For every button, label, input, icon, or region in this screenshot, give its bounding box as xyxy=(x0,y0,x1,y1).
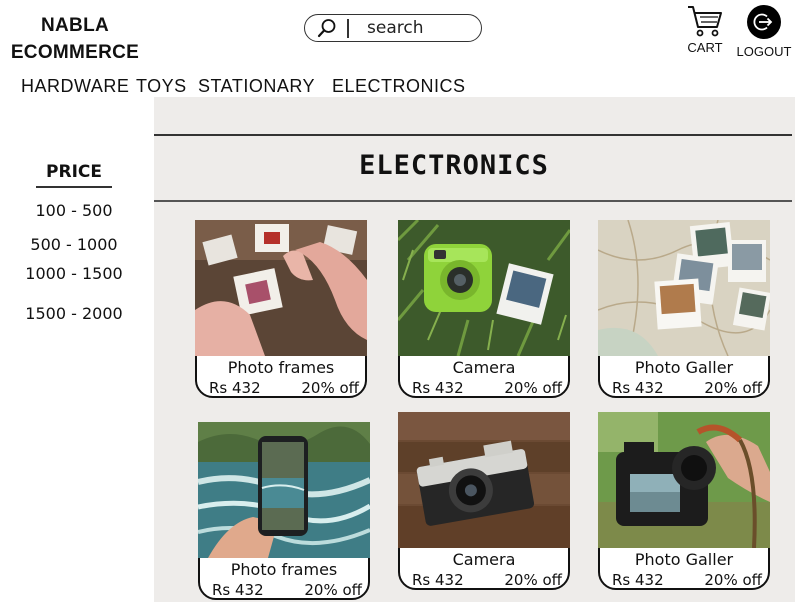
cart-icon xyxy=(688,6,722,37)
price-range-1000-1500[interactable]: 1000 - 1500 xyxy=(18,264,130,283)
product-price: Rs 432 xyxy=(412,379,464,397)
search-divider xyxy=(347,19,349,38)
product-price: Rs 432 xyxy=(612,379,664,397)
price-filter-title: PRICE xyxy=(46,162,102,182)
price-range-1500-2000[interactable]: 1500 - 2000 xyxy=(18,304,130,323)
heading-rule-top xyxy=(154,134,792,136)
logout-icon xyxy=(747,5,781,39)
product-discount: 20% off xyxy=(504,379,562,397)
cart-label: CART xyxy=(687,40,723,55)
nav-item-hardware[interactable]: HARDWARE xyxy=(21,76,129,97)
product-price: Rs 432 xyxy=(412,571,464,589)
price-range-500-1000[interactable]: 500 - 1000 xyxy=(18,235,130,254)
product-name[interactable]: Camera xyxy=(398,358,570,377)
logout-label: LOGOUT xyxy=(736,44,792,59)
product-price: Rs 432 xyxy=(212,581,264,599)
product-name[interactable]: Camera xyxy=(398,550,570,569)
product-image[interactable] xyxy=(598,220,770,356)
product-image[interactable] xyxy=(195,220,367,356)
product-image[interactable] xyxy=(398,412,570,548)
price-range-100-500[interactable]: 100 - 500 xyxy=(18,201,130,220)
product-card[interactable]: Photo Galler Rs 432 20% off xyxy=(598,220,770,398)
cart-button[interactable]: CART xyxy=(684,4,726,55)
product-discount: 20% off xyxy=(304,581,362,599)
search-icon[interactable] xyxy=(317,18,337,38)
brand-line-2: ECOMMERCE xyxy=(10,42,140,63)
product-image[interactable] xyxy=(198,422,370,558)
heading-rule-bottom xyxy=(154,200,792,202)
product-discount: 20% off xyxy=(704,571,762,589)
page-title: ELECTRONICS xyxy=(359,150,549,181)
product-name[interactable]: Photo frames xyxy=(195,358,367,377)
product-price: Rs 432 xyxy=(209,379,261,397)
logout-button[interactable]: LOGOUT xyxy=(734,5,794,59)
product-card[interactable]: Photo frames Rs 432 20% off xyxy=(195,220,367,398)
nav-item-electronics[interactable]: ELECTRONICS xyxy=(332,76,466,97)
product-image[interactable] xyxy=(398,220,570,356)
product-discount: 20% off xyxy=(704,379,762,397)
product-discount: 20% off xyxy=(504,571,562,589)
brand-logo[interactable]: NABLA ECOMMERCE xyxy=(0,12,150,66)
product-name[interactable]: Photo Galler xyxy=(598,358,770,377)
product-card[interactable]: Photo Galler Rs 432 20% off xyxy=(598,412,770,590)
nav-item-toys[interactable]: TOYS xyxy=(136,76,187,97)
product-image[interactable] xyxy=(598,412,770,548)
product-card[interactable]: Camera Rs 432 20% off xyxy=(398,220,570,398)
product-card[interactable]: Photo frames Rs 432 20% off xyxy=(198,422,370,600)
product-discount: 20% off xyxy=(301,379,359,397)
search-input[interactable]: search xyxy=(367,18,423,38)
nav-item-stationary[interactable]: STATIONARY xyxy=(198,76,315,97)
product-card[interactable]: Camera Rs 432 20% off xyxy=(398,412,570,590)
search-bar[interactable]: search xyxy=(304,14,482,42)
price-title-underline xyxy=(36,186,112,188)
brand-line-1: NABLA xyxy=(41,15,109,36)
product-name[interactable]: Photo Galler xyxy=(598,550,770,569)
product-price: Rs 432 xyxy=(612,571,664,589)
product-name[interactable]: Photo frames xyxy=(198,560,370,579)
